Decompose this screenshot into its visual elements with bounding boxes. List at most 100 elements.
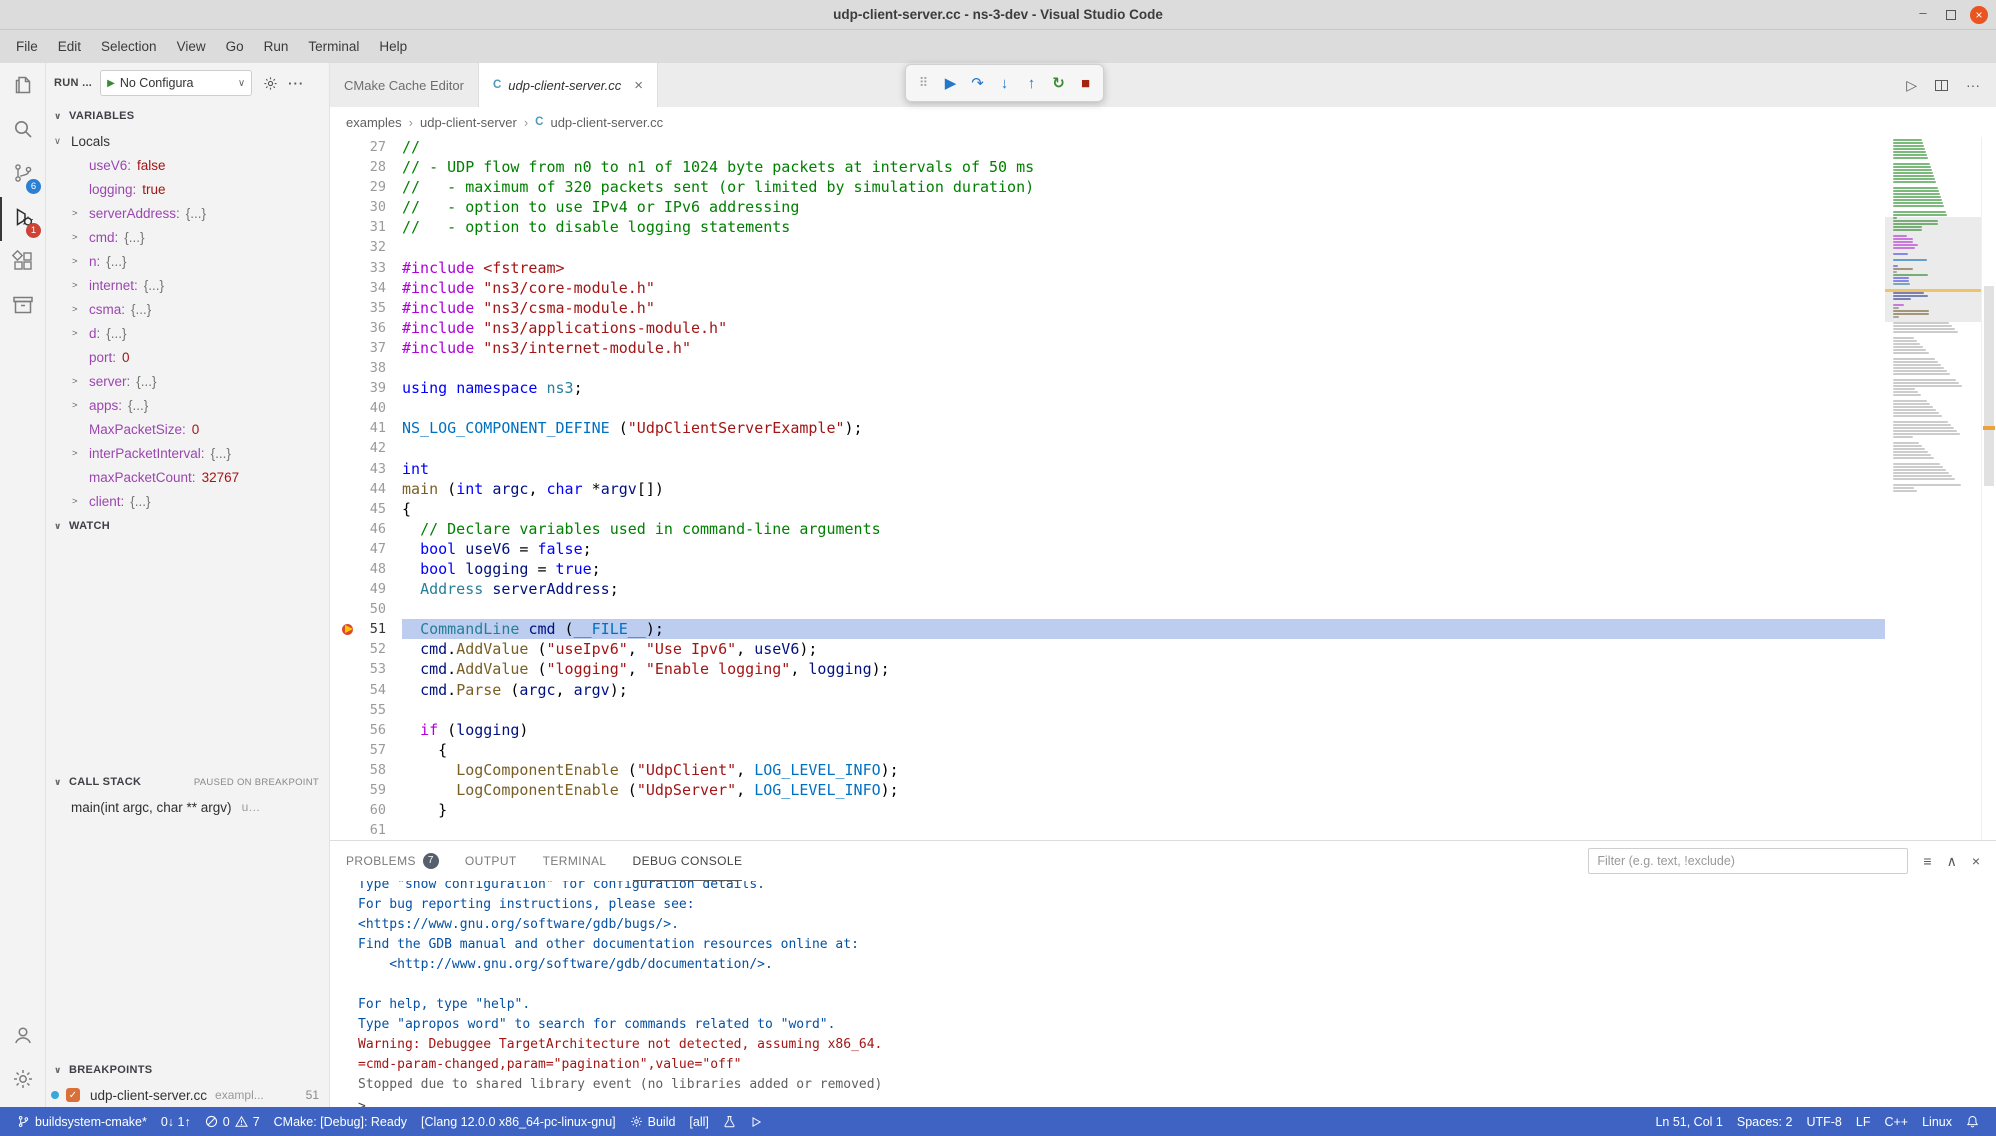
variable-server[interactable]: >server:{...} xyxy=(46,369,329,393)
variable-logging[interactable]: logging:true xyxy=(46,177,329,201)
code-line-42[interactable]: 42 xyxy=(330,438,1885,458)
call-stack-section-header[interactable]: CALL STACK PAUSED ON BREAKPOINT xyxy=(46,769,329,795)
activity-item-source-control[interactable]: 6 xyxy=(0,153,45,197)
code-line-45[interactable]: 45{ xyxy=(330,499,1885,519)
activity-item-search[interactable] xyxy=(0,109,45,153)
code-line-60[interactable]: 60 } xyxy=(330,800,1885,820)
code-line-30[interactable]: 30// - option to use IPv4 or IPv6 addres… xyxy=(330,197,1885,217)
debug-console[interactable]: Type "show configuration" for configurat… xyxy=(330,881,1996,1107)
code-line-34[interactable]: 34#include "ns3/core-module.h" xyxy=(330,278,1885,298)
status-sync-status[interactable]: 0↓ 1↑ xyxy=(154,1107,198,1136)
breakpoint-checkbox[interactable] xyxy=(66,1088,80,1102)
debug-configuration-dropdown[interactable]: No Configura xyxy=(100,70,252,96)
code-line-59[interactable]: 59 LogComponentEnable ("UdpServer", LOG_… xyxy=(330,780,1885,800)
run-icon[interactable]: ▷ xyxy=(1906,77,1917,94)
activity-item-run-and-debug[interactable]: 1 xyxy=(0,197,45,241)
menu-terminal[interactable]: Terminal xyxy=(298,35,369,59)
code-line-55[interactable]: 55 xyxy=(330,700,1885,720)
code-line-47[interactable]: 47 bool useV6 = false; xyxy=(330,539,1885,559)
minimap-slider[interactable] xyxy=(1885,217,1981,322)
code-line-39[interactable]: 39using namespace ns3; xyxy=(330,378,1885,398)
code-line-27[interactable]: 27// xyxy=(330,137,1885,157)
panel-tab-debug-console[interactable]: DEBUG CONSOLE xyxy=(633,841,743,881)
editor-scrollbar[interactable] xyxy=(1981,137,1996,840)
more-actions-icon[interactable]: ··· xyxy=(288,76,304,91)
variable-port[interactable]: port:0 xyxy=(46,345,329,369)
step-out-button[interactable]: ↑ xyxy=(1018,70,1045,97)
activity-item-explorer[interactable] xyxy=(0,65,45,109)
close-icon[interactable]: × xyxy=(634,77,643,94)
continue-button[interactable]: ▶ xyxy=(937,70,964,97)
status-remote-os[interactable]: Linux xyxy=(1915,1107,1959,1136)
breadcrumb-item[interactable]: udp-client-server.cc xyxy=(550,115,663,130)
code-line-54[interactable]: 54 cmd.Parse (argc, argv); xyxy=(330,680,1885,700)
menu-file[interactable]: File xyxy=(6,35,48,59)
scrollbar-thumb[interactable] xyxy=(1984,286,1994,486)
breadcrumb-item[interactable]: examples xyxy=(346,115,402,130)
menu-run[interactable]: Run xyxy=(254,35,299,59)
panel-tab-problems[interactable]: PROBLEMS7 xyxy=(346,841,439,881)
status-cmake-launch[interactable] xyxy=(743,1107,769,1136)
activity-item-accounts[interactable] xyxy=(0,1015,45,1059)
code-line-40[interactable]: 40 xyxy=(330,398,1885,418)
variable-interpacketinterval[interactable]: >interPacketInterval:{...} xyxy=(46,441,329,465)
split-editor-icon[interactable] xyxy=(1935,80,1948,91)
code-line-43[interactable]: 43int xyxy=(330,459,1885,479)
variable-serveraddress[interactable]: >serverAddress:{...} xyxy=(46,201,329,225)
debug-console-filter-input[interactable] xyxy=(1588,848,1908,874)
code-line-32[interactable]: 32 xyxy=(330,237,1885,257)
code-line-38[interactable]: 38 xyxy=(330,358,1885,378)
code-line-44[interactable]: 44main (int argc, char *argv[]) xyxy=(330,479,1885,499)
status-cmake-test[interactable] xyxy=(716,1107,743,1136)
code-line-51[interactable]: 51 CommandLine cmd (__FILE__); xyxy=(330,619,1885,639)
status-indentation[interactable]: Spaces: 2 xyxy=(1730,1107,1800,1136)
status-cursor-position[interactable]: Ln 51, Col 1 xyxy=(1648,1107,1729,1136)
tab-cmake-cache-editor[interactable]: CMake Cache Editor xyxy=(330,63,479,107)
variable-n[interactable]: >n:{...} xyxy=(46,249,329,273)
menu-view[interactable]: View xyxy=(167,35,216,59)
variable-apps[interactable]: >apps:{...} xyxy=(46,393,329,417)
variable-cmd[interactable]: >cmd:{...} xyxy=(46,225,329,249)
status-notifications[interactable] xyxy=(1959,1107,1986,1136)
code-line-29[interactable]: 29// - maximum of 320 packets sent (or l… xyxy=(330,177,1885,197)
status-cmake-status[interactable]: CMake: [Debug]: Ready xyxy=(267,1107,414,1136)
more-actions-icon[interactable]: ··· xyxy=(1966,77,1980,93)
current-line-breakpoint-icon[interactable] xyxy=(342,624,353,635)
step-into-button[interactable]: ↓ xyxy=(991,70,1018,97)
minimap[interactable] xyxy=(1885,137,1981,840)
code-line-50[interactable]: 50 xyxy=(330,599,1885,619)
code-line-46[interactable]: 46 // Declare variables used in command-… xyxy=(330,519,1885,539)
code-line-61[interactable]: 61 xyxy=(330,820,1885,840)
status-cmake-kit[interactable]: [Clang 12.0.0 x86_64-pc-linux-gnu] xyxy=(414,1107,623,1136)
step-over-button[interactable]: ↷ xyxy=(964,70,991,97)
panel-tab-terminal[interactable]: TERMINAL xyxy=(543,841,607,881)
code-line-58[interactable]: 58 LogComponentEnable ("UdpClient", LOG_… xyxy=(330,760,1885,780)
variables-section-header[interactable]: VARIABLES xyxy=(46,103,329,129)
code-line-52[interactable]: 52 cmd.AddValue ("useIpv6", "Use Ipv6", … xyxy=(330,639,1885,659)
menu-help[interactable]: Help xyxy=(369,35,417,59)
filter-list-icon[interactable]: ≡ xyxy=(1923,853,1931,869)
debug-settings-gear-icon[interactable] xyxy=(260,73,280,93)
code-line-33[interactable]: 33#include <fstream> xyxy=(330,258,1885,278)
watch-section-header[interactable]: WATCH xyxy=(46,513,329,539)
breakpoint-item[interactable]: udp-client-server.cc exampl... 51 xyxy=(46,1083,329,1107)
variable-internet[interactable]: >internet:{...} xyxy=(46,273,329,297)
breakpoints-section-header[interactable]: BREAKPOINTS xyxy=(46,1057,329,1083)
code-line-53[interactable]: 53 cmd.AddValue ("logging", "Enable logg… xyxy=(330,659,1885,679)
variable-usev6[interactable]: useV6:false xyxy=(46,153,329,177)
window-maximize-button[interactable] xyxy=(1942,6,1960,24)
variable-d[interactable]: >d:{...} xyxy=(46,321,329,345)
window-minimize-button[interactable] xyxy=(1914,6,1932,24)
panel-tab-output[interactable]: OUTPUT xyxy=(465,841,517,881)
code-line-48[interactable]: 48 bool logging = true; xyxy=(330,559,1885,579)
status-cmake-target[interactable]: [all] xyxy=(682,1107,715,1136)
debug-console-input[interactable]: > xyxy=(358,1097,1996,1107)
variable-csma[interactable]: >csma:{...} xyxy=(46,297,329,321)
start-debugging-icon[interactable] xyxy=(107,78,115,89)
menu-selection[interactable]: Selection xyxy=(91,35,167,59)
code-line-49[interactable]: 49 Address serverAddress; xyxy=(330,579,1885,599)
status-language-mode[interactable]: C++ xyxy=(1877,1107,1915,1136)
code-line-36[interactable]: 36#include "ns3/applications-module.h" xyxy=(330,318,1885,338)
maximize-panel-icon[interactable]: ∧ xyxy=(1947,853,1957,870)
menu-go[interactable]: Go xyxy=(216,35,254,59)
